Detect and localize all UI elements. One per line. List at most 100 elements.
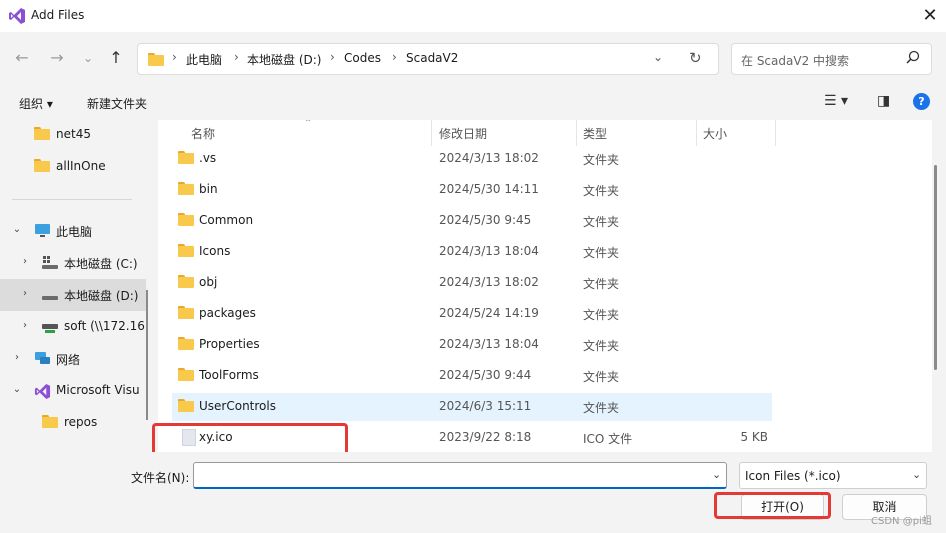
sidebar-item-label: net45 — [56, 127, 91, 141]
column-header-date[interactable]: 修改日期 — [439, 125, 487, 142]
chevron-down-icon[interactable]: ⌄ — [11, 384, 23, 395]
organize-button[interactable]: 组织 ▾ — [19, 95, 53, 112]
column-header-type[interactable]: 类型 — [583, 125, 607, 142]
file-name: ToolForms — [199, 368, 259, 382]
title-bar: Add Files ✕ — [0, 0, 946, 32]
column-divider[interactable] — [775, 120, 776, 146]
sidebar-item-label: 本地磁盘 (C:) — [64, 257, 138, 271]
chevron-right-icon[interactable]: › — [19, 256, 31, 267]
up-arrow-icon[interactable]: ↑ — [106, 48, 126, 68]
sidebar-item-drive-d[interactable]: › 本地磁盘 (D:) — [0, 279, 146, 311]
file-name: packages — [199, 306, 256, 320]
file-type: 文件夹 — [583, 339, 620, 353]
file-row[interactable]: Common 2024/5/30 9:45 文件夹 — [172, 207, 772, 235]
sidebar-item-repos[interactable]: repos — [0, 407, 146, 439]
column-divider[interactable] — [576, 120, 577, 146]
file-row[interactable]: Icons 2024/3/13 18:04 文件夹 — [172, 238, 772, 266]
folder-icon — [178, 337, 194, 350]
file-list-scrollbar[interactable] — [934, 165, 937, 370]
refresh-icon[interactable]: ↻ — [689, 49, 702, 67]
visual-studio-icon — [9, 8, 25, 24]
sidebar-item-label: allInOne — [56, 159, 106, 173]
file-row[interactable]: bin 2024/5/30 14:11 文件夹 — [172, 176, 772, 204]
sidebar-item-net45[interactable]: net45 — [0, 120, 146, 151]
sidebar-item-drive-c[interactable]: › 本地磁盘 (C:) — [0, 247, 146, 279]
chevron-down-icon[interactable]: ⌄ — [11, 224, 23, 235]
address-bar[interactable]: › 此电脑 › 本地磁盘 (D:) › Codes › ScadaV2 ⌄ ↻ — [137, 43, 719, 75]
file-size: 5 KB — [740, 430, 768, 444]
help-icon[interactable]: ? — [913, 93, 930, 110]
file-date: 2024/5/30 9:44 — [439, 368, 532, 382]
sidebar-item-this-pc[interactable]: ⌄ 此电脑 — [0, 215, 146, 247]
file-date: 2023/9/22 8:18 — [439, 430, 532, 444]
filename-dropdown-icon[interactable]: ⌄ — [712, 468, 721, 481]
file-row[interactable]: .vs 2024/3/13 18:02 文件夹 — [172, 145, 772, 173]
navigation-pane: net45 allInOne ⌄ 此电脑 › 本地磁盘 (C:) › 本地磁盘 … — [0, 120, 146, 452]
file-type: 文件夹 — [583, 246, 620, 260]
file-date: 2024/5/30 14:11 — [439, 182, 539, 196]
chevron-right-icon[interactable]: › — [11, 352, 23, 363]
file-name: Icons — [199, 244, 231, 258]
sidebar-item-network[interactable]: › 网络 — [0, 343, 146, 375]
folder-icon — [42, 415, 58, 428]
divider — [12, 199, 132, 200]
file-type: 文件夹 — [583, 308, 620, 322]
file-row[interactable]: UserControls 2024/6/3 15:11 文件夹 — [172, 393, 772, 421]
file-name: .vs — [199, 151, 217, 165]
network-drive-icon — [42, 324, 58, 333]
sidebar-item-label: Microsoft Visu — [56, 383, 140, 397]
search-icon[interactable] — [906, 50, 920, 64]
close-icon[interactable]: ✕ — [916, 4, 944, 28]
sidebar-item-allinone[interactable]: allInOne — [0, 151, 146, 183]
folder-icon — [178, 275, 194, 288]
file-name: Properties — [199, 337, 260, 351]
preview-pane-icon[interactable]: ◨ — [877, 93, 890, 109]
sidebar-item-label: repos — [64, 415, 98, 429]
folder-icon — [178, 182, 194, 195]
column-header-size[interactable]: 大小 — [703, 125, 727, 142]
file-row[interactable]: obj 2024/3/13 18:02 文件夹 — [172, 269, 772, 297]
breadcrumb-separator: › — [392, 50, 397, 64]
visual-studio-icon — [34, 383, 51, 400]
file-type-filter-select[interactable]: Icon Files (*.ico) ⌄ — [739, 462, 927, 489]
forward-arrow-icon[interactable]: → — [47, 48, 67, 68]
new-folder-button[interactable]: 新建文件夹 — [87, 95, 147, 112]
sidebar-item-label: 网络 — [56, 353, 81, 367]
breadcrumb-separator: › — [234, 50, 239, 64]
file-type: 文件夹 — [583, 215, 620, 229]
file-type: 文件夹 — [583, 370, 620, 384]
file-row[interactable]: ToolForms 2024/5/30 9:44 文件夹 — [172, 362, 772, 390]
search-input[interactable]: 在 ScadaV2 中搜索 — [731, 43, 932, 75]
filename-input[interactable]: ⌄ — [193, 462, 727, 489]
sort-ascending-icon: ⌃ — [304, 120, 313, 129]
view-options-icon[interactable]: ☰ ▾ — [824, 93, 848, 109]
highlight-annotation — [714, 492, 831, 519]
column-divider[interactable] — [431, 120, 432, 146]
folder-icon — [178, 368, 194, 381]
breadcrumb-this-pc[interactable]: 此电脑 — [186, 51, 222, 68]
back-arrow-icon[interactable]: ← — [12, 48, 32, 68]
chevron-right-icon[interactable]: › — [19, 288, 31, 299]
address-dropdown-icon[interactable]: ⌄ — [653, 50, 663, 64]
breadcrumb-separator: › — [172, 50, 177, 64]
folder-icon — [178, 306, 194, 319]
drive-icon — [42, 296, 58, 300]
sidebar-scrollbar[interactable] — [146, 290, 148, 420]
breadcrumb-scadav2[interactable]: ScadaV2 — [406, 51, 458, 65]
file-row[interactable]: packages 2024/5/24 14:19 文件夹 — [172, 300, 772, 328]
file-row[interactable]: Properties 2024/3/13 18:04 文件夹 — [172, 331, 772, 359]
breadcrumb-drive-d[interactable]: 本地磁盘 (D:) — [247, 51, 321, 68]
folder-icon — [34, 159, 50, 172]
sidebar-item-microsoft-visual-studio[interactable]: ⌄ Microsoft Visu — [0, 375, 146, 407]
sidebar-item-network-share[interactable]: › soft (\\172.16 — [0, 311, 146, 343]
column-header-name[interactable]: 名称 — [191, 125, 215, 142]
chevron-down-icon[interactable]: ⌄ — [912, 468, 921, 481]
column-divider[interactable] — [696, 120, 697, 146]
chevron-right-icon[interactable]: › — [19, 320, 31, 331]
sidebar-item-label: 此电脑 — [56, 225, 93, 239]
recent-locations-chevron-icon[interactable]: ⌄ — [78, 48, 98, 68]
breadcrumb-codes[interactable]: Codes — [344, 51, 381, 65]
network-icon — [35, 352, 50, 364]
folder-icon — [178, 213, 194, 226]
file-name: bin — [199, 182, 218, 196]
